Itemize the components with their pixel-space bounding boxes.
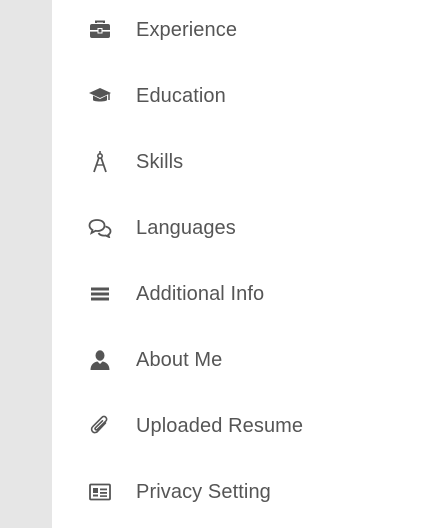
user-icon: [88, 348, 112, 372]
menu-item-label: About Me: [136, 348, 223, 371]
left-gutter: [0, 0, 52, 528]
profile-sections-panel: Experience Education Skills Languages Ad…: [0, 0, 439, 528]
menu-item-label: Additional Info: [136, 282, 265, 305]
menu-item-label: Uploaded Resume: [136, 414, 304, 437]
menu-item-privacy-setting[interactable]: Privacy Setting: [52, 468, 439, 516]
menu-item-label: Skills: [136, 150, 184, 173]
menu-item-skills[interactable]: Skills: [52, 138, 439, 186]
menu-item-label: Privacy Setting: [136, 480, 271, 503]
compass-icon: [88, 150, 112, 174]
menu-item-education[interactable]: Education: [52, 72, 439, 120]
menu-item-uploaded-resume[interactable]: Uploaded Resume: [52, 402, 439, 450]
briefcase-icon: [88, 18, 112, 42]
menu-item-experience[interactable]: Experience: [52, 6, 439, 54]
menu-item-label: Education: [136, 84, 226, 107]
menu-item-label: Languages: [136, 216, 236, 239]
paperclip-icon: [88, 414, 112, 438]
chat-bubbles-icon: [88, 216, 112, 240]
menu-item-languages[interactable]: Languages: [52, 204, 439, 252]
list-icon: [88, 282, 112, 306]
menu-item-label: Experience: [136, 18, 238, 41]
menu-item-about-me[interactable]: About Me: [52, 336, 439, 384]
profile-section-menu: Experience Education Skills Languages Ad…: [52, 0, 439, 528]
graduation-cap-icon: [88, 84, 112, 108]
menu-item-additional-info[interactable]: Additional Info: [52, 270, 439, 318]
id-card-icon: [88, 480, 112, 504]
